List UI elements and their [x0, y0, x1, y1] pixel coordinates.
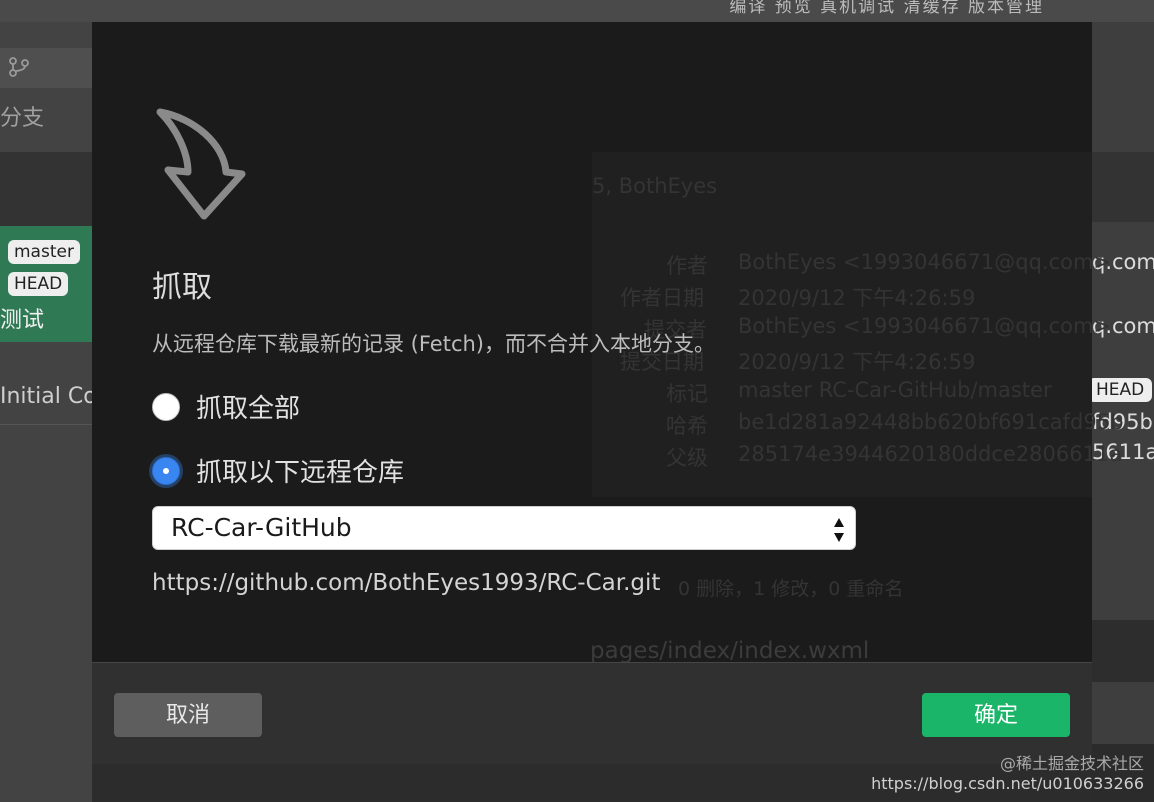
dialog-title: 抓取: [152, 270, 212, 305]
watermark-line-1: @稀土掘金技术社区: [999, 754, 1144, 773]
confirm-button[interactable]: 确定: [922, 693, 1070, 737]
dialog-description: 从远程仓库下载最新的记录 (Fetch)，而不合并入本地分支。: [152, 332, 715, 356]
ghost-author-line: 5, BothEyes: [592, 174, 718, 198]
branch-label: 分支: [0, 106, 45, 131]
right-header-strip: [1092, 152, 1154, 222]
menu-bar: 编译 预览 真机调试 清缓存 版本管理: [0, 0, 1154, 23]
ghost-changes: 0 删除，1 修改，0 重命名: [678, 578, 904, 600]
option-fetch-remote-label: 抓取以下远程仓库: [196, 458, 405, 488]
watermark-line-2: https://blog.csdn.net/u010633266: [871, 774, 1144, 793]
ghost-author-date-value: 2020/9/12 下午4:26:59: [738, 286, 976, 310]
ghost-parent-label: 父级: [666, 446, 708, 470]
radio-fetch-remote[interactable]: [152, 456, 180, 485]
cancel-button[interactable]: 取消: [114, 693, 262, 737]
menu-text[interactable]: 编译 预览 真机调试 清缓存 版本管理: [729, 0, 1044, 17]
option-fetch-all[interactable]: 抓取全部: [152, 388, 300, 425]
ghost-hash-label: 哈希: [666, 414, 708, 438]
ghost-file: pages/index/index.wxml: [590, 638, 870, 664]
ghost-commit-date-value: 2020/9/12 下午4:26:59: [738, 350, 976, 374]
selected-commit[interactable]: master HEAD 测试: [0, 226, 92, 342]
ghost-tags-value: master RC-Car-GitHub/master: [738, 378, 1052, 402]
background-commit-details: 5, BothEyes 作者 BothEyes <1993046671@qq.c…: [592, 152, 1123, 497]
option-fetch-all-label: 抓取全部: [196, 394, 301, 424]
ghost-parent-value: 285174e3944620180ddce2806611a: [738, 442, 1123, 466]
fetch-dialog: 5, BothEyes 作者 BothEyes <1993046671@qq.c…: [92, 22, 1123, 764]
radio-fetch-all[interactable]: [152, 392, 180, 421]
commit-message: 测试: [0, 308, 45, 333]
option-fetch-remote[interactable]: 抓取以下远程仓库: [152, 452, 404, 489]
ghost-hash-value: be1d281a92448bb620bf691cafd95b: [738, 410, 1124, 434]
file-header-strip: [1092, 620, 1154, 682]
divider: [0, 424, 92, 425]
ghost-tags-label: 标记: [666, 382, 708, 406]
tag-head: HEAD: [8, 272, 69, 296]
curved-down-arrow-icon: [154, 104, 250, 222]
remote-url: https://github.com/BothEyes1993/RC-Car.g…: [152, 570, 661, 596]
head-tag: HEAD: [1088, 378, 1153, 402]
remote-select[interactable]: RC-Car-GitHub: [152, 506, 856, 550]
left-header-strip: [0, 152, 92, 226]
initial-commit[interactable]: Initial Cor: [0, 384, 106, 409]
watermark: @稀土掘金技术社区 https://blog.csdn.net/u0106332…: [871, 754, 1144, 794]
dialog-footer: 取消 确定: [92, 662, 1092, 764]
left-panel: 分支 master HEAD 测试 Initial Cor: [0, 22, 106, 802]
ghost-author-date-label: 作者日期: [620, 286, 704, 310]
ghost-author-value: BothEyes <1993046671@qq.com>: [738, 250, 1112, 274]
git-branch-icon: [8, 56, 30, 83]
dialog-body: 5, BothEyes 作者 BothEyes <1993046671@qq.c…: [92, 22, 1123, 664]
tag-master: master: [8, 240, 80, 264]
up-down-arrows-icon: [833, 517, 845, 543]
ghost-author-label: 作者: [666, 254, 708, 278]
remote-select-value: RC-Car-GitHub: [171, 513, 352, 542]
ghost-committer-value: BothEyes <1993046671@qq.com>: [738, 314, 1112, 338]
